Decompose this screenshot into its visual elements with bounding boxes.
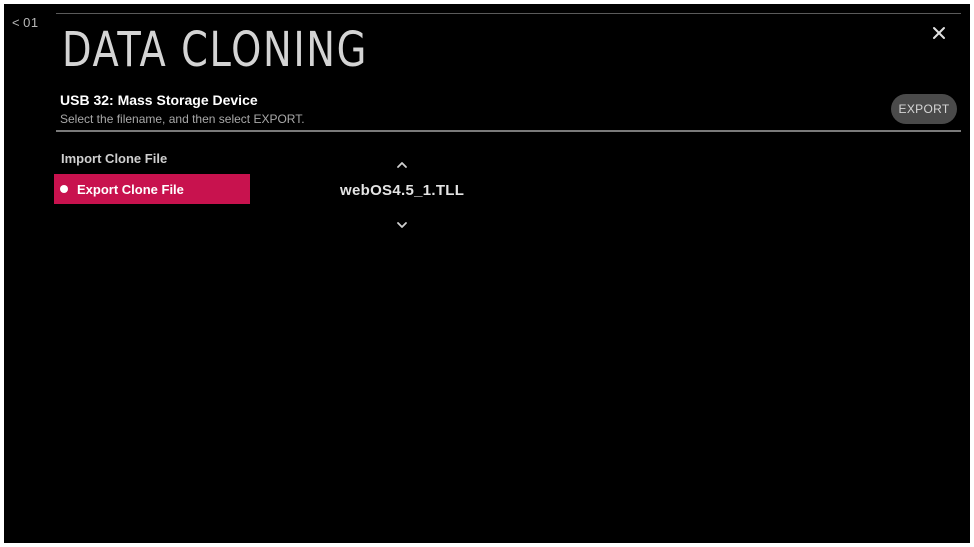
header-divider	[56, 130, 961, 132]
back-button[interactable]: <01	[12, 15, 39, 30]
page-number: 01	[23, 15, 39, 30]
close-button[interactable]	[928, 22, 950, 44]
chevron-down-icon	[397, 222, 407, 228]
close-icon	[933, 27, 945, 39]
top-divider	[56, 13, 961, 14]
menu-item-import-clone-file[interactable]: Import Clone File	[54, 143, 250, 173]
filename-value[interactable]: webOS4.5_1.TLL	[340, 182, 464, 199]
menu-item-label: Import Clone File	[61, 150, 168, 166]
scroll-down-button[interactable]	[395, 215, 409, 228]
selected-dot-icon	[60, 185, 68, 193]
chevron-up-icon	[397, 162, 407, 168]
menu-item-label: Export Clone File	[77, 181, 184, 197]
instruction-text: Select the filename, and then select EXP…	[60, 112, 305, 126]
page-title: DATA CLONING	[62, 22, 368, 78]
device-name: USB 32: Mass Storage Device	[60, 92, 258, 108]
tv-screen: <01 DATA CLONING USB 32: Mass Storage De…	[4, 4, 970, 543]
export-button[interactable]: EXPORT	[891, 94, 957, 124]
chevron-left-icon: <	[12, 15, 21, 30]
menu-item-export-clone-file[interactable]: Export Clone File	[54, 174, 250, 204]
scroll-up-button[interactable]	[395, 155, 409, 168]
